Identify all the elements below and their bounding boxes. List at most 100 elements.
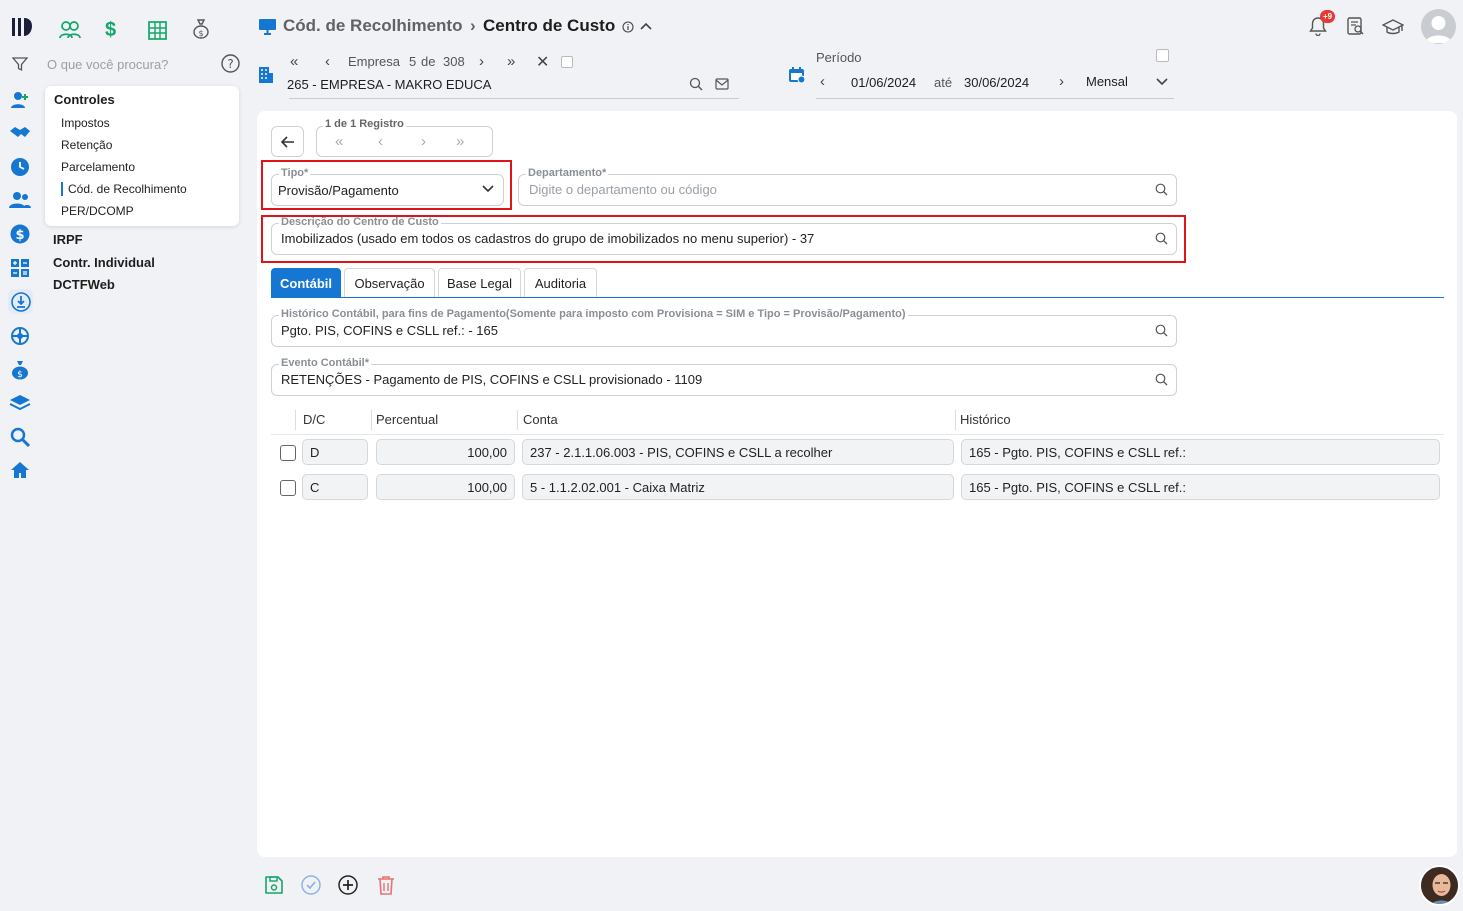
empresa-mail-icon[interactable] xyxy=(715,78,729,90)
tipo-highlight xyxy=(261,160,512,210)
report-icon[interactable] xyxy=(1347,17,1365,36)
row-conta[interactable]: 237 - 2.1.1.06.003 - PIS, COFINS e CSLL … xyxy=(522,439,954,465)
people-icon[interactable] xyxy=(59,20,81,40)
nav-contr-individual[interactable]: Contr. Individual xyxy=(53,255,155,270)
historico-search-icon[interactable] xyxy=(1155,324,1168,337)
row-historico[interactable]: 165 - Pgto. PIS, COFINS e CSLL ref.: xyxy=(961,474,1440,500)
back-button[interactable] xyxy=(271,126,304,157)
spreadsheet-icon[interactable] xyxy=(148,21,167,40)
empresa-clear-button[interactable]: ✕ xyxy=(536,52,549,72)
currency-icon[interactable]: $ xyxy=(105,19,116,42)
coin-bag-icon[interactable]: $ xyxy=(193,19,209,39)
users-icon[interactable] xyxy=(9,189,31,211)
departamento-search-icon[interactable] xyxy=(1155,183,1168,196)
record-prev-button[interactable]: ‹ xyxy=(378,133,383,150)
evento-contabil-label: Evento Contábil* xyxy=(279,357,372,369)
nav-irpf[interactable]: IRPF xyxy=(53,232,83,247)
tab-base-legal[interactable]: Base Legal xyxy=(438,268,521,298)
add-icon[interactable] xyxy=(338,875,358,895)
empresa-checkbox[interactable] xyxy=(561,56,573,68)
empresa-label: Empresa xyxy=(348,54,401,69)
clock-icon[interactable] xyxy=(9,156,31,178)
tabs-underline xyxy=(271,297,1444,298)
row-percentual[interactable]: 100,00 xyxy=(376,474,515,500)
assistant-avatar[interactable] xyxy=(1419,865,1460,906)
empresa-search-icon[interactable] xyxy=(689,77,703,91)
periodo-underline xyxy=(816,98,1174,99)
info-icon[interactable] xyxy=(622,21,634,33)
dollar-icon[interactable]: $ xyxy=(9,223,31,245)
col-header-dc: D/C xyxy=(303,412,326,427)
empresa-name[interactable]: 265 - EMPRESA - MAKRO EDUCA xyxy=(287,77,491,92)
empresa-index: 5 xyxy=(409,54,417,69)
global-search-input[interactable]: O que você procura? xyxy=(47,57,168,72)
svg-text:$: $ xyxy=(17,370,23,380)
user-plus-icon[interactable] xyxy=(9,89,31,111)
submenu-title: Controles xyxy=(54,92,115,107)
magnifier-icon[interactable] xyxy=(9,426,31,448)
row-dc[interactable]: D xyxy=(302,439,368,465)
descricao-highlight xyxy=(261,215,1186,263)
menu-item-per-dcomp[interactable]: PER/DCOMP xyxy=(61,204,134,218)
periodo-start[interactable]: 01/06/2024 xyxy=(851,75,916,90)
col-divider xyxy=(955,410,956,430)
periodo-prev-button[interactable]: ‹ xyxy=(820,73,825,90)
home-icon[interactable] xyxy=(9,459,31,481)
record-next-button[interactable]: › xyxy=(421,133,426,150)
row-historico[interactable]: 165 - Pgto. PIS, COFINS e CSLL ref.: xyxy=(961,439,1440,465)
graduation-cap-icon[interactable] xyxy=(1382,18,1404,36)
empresa-underline xyxy=(289,98,739,99)
menu-item-cod-recolhimento[interactable]: Cód. de Recolhimento xyxy=(61,182,187,196)
help-icon[interactable]: ? xyxy=(221,54,240,73)
page-title: Centro de Custo xyxy=(483,16,616,35)
controles-submenu: Controles Impostos Retenção Parcelamento… xyxy=(45,86,239,226)
empresa-total: 308 xyxy=(443,54,465,69)
empresa-first-button[interactable]: « xyxy=(290,53,298,70)
row-checkbox[interactable] xyxy=(280,445,296,461)
confirm-icon[interactable] xyxy=(301,875,321,895)
breadcrumb-parent[interactable]: Cód. de Recolhimento xyxy=(283,16,462,36)
evento-search-icon[interactable] xyxy=(1155,373,1168,386)
save-icon[interactable] xyxy=(264,875,284,895)
empresa-next-button[interactable]: › xyxy=(479,53,484,70)
row-checkbox[interactable] xyxy=(280,480,296,496)
tab-observacao[interactable]: Observação xyxy=(344,268,435,298)
tax-active-icon[interactable] xyxy=(8,289,33,314)
collapse-icon[interactable] xyxy=(640,22,652,31)
calendar-icon xyxy=(788,66,806,84)
row-dc[interactable]: C xyxy=(302,474,368,500)
tab-auditoria[interactable]: Auditoria xyxy=(524,268,597,298)
col-header-historico: Histórico xyxy=(960,412,1011,427)
periodo-mode[interactable]: Mensal xyxy=(1086,74,1128,89)
record-nav-label: 1 de 1 Registro xyxy=(323,118,406,130)
empresa-prev-button[interactable]: ‹ xyxy=(325,53,330,70)
col-divider xyxy=(295,410,296,430)
handshake-icon[interactable] xyxy=(9,122,31,144)
periodo-mode-chevron-icon[interactable] xyxy=(1156,78,1168,86)
calculator-icon[interactable] xyxy=(9,257,31,279)
app-logo[interactable] xyxy=(10,16,34,38)
record-first-button[interactable]: « xyxy=(335,133,343,150)
tab-contabil[interactable]: Contábil xyxy=(271,268,341,298)
network-icon[interactable] xyxy=(9,325,31,347)
menu-item-parcelamento[interactable]: Parcelamento xyxy=(61,160,135,174)
filter-icon[interactable] xyxy=(9,53,31,75)
menu-item-impostos[interactable]: Impostos xyxy=(61,116,110,130)
row-percentual[interactable]: 100,00 xyxy=(376,439,515,465)
historico-contabil-value: Pgto. PIS, COFINS e CSLL ref.: - 165 xyxy=(281,323,498,338)
money-bag-icon[interactable]: $ xyxy=(9,359,31,381)
nav-dctfweb[interactable]: DCTFWeb xyxy=(53,277,115,292)
col-header-conta: Conta xyxy=(523,412,558,427)
record-last-button[interactable]: » xyxy=(456,133,464,150)
periodo-checkbox[interactable] xyxy=(1156,49,1169,62)
periodo-ate: até xyxy=(934,75,953,90)
user-avatar[interactable] xyxy=(1421,9,1456,44)
layers-icon[interactable] xyxy=(9,392,31,414)
delete-icon[interactable] xyxy=(377,875,395,895)
menu-item-retencao[interactable]: Retenção xyxy=(61,138,112,152)
periodo-next-button[interactable]: › xyxy=(1059,73,1064,90)
col-divider xyxy=(371,410,372,430)
periodo-end[interactable]: 30/06/2024 xyxy=(964,75,1029,90)
empresa-last-button[interactable]: » xyxy=(507,53,515,70)
row-conta[interactable]: 5 - 1.1.2.02.001 - Caixa Matriz xyxy=(522,474,954,500)
